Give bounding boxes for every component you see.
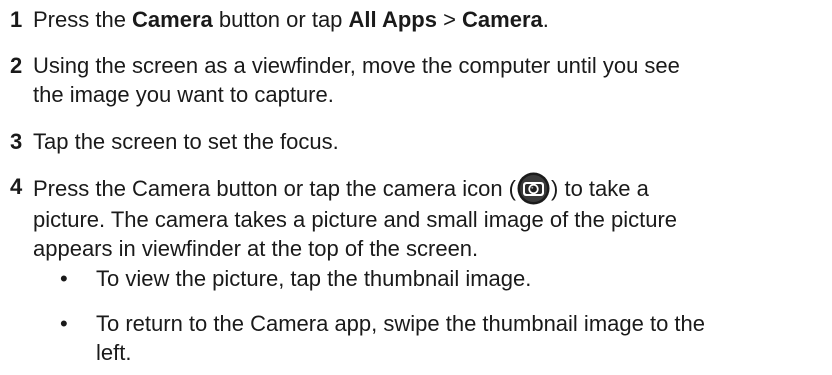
step-1: 1 Press the Camera button or tap All App… bbox=[10, 5, 820, 34]
text-run: button or tap bbox=[212, 7, 349, 32]
text-line: Press the Camera button or tap the camer… bbox=[33, 172, 820, 205]
bold-term-camera: Camera bbox=[462, 7, 543, 32]
step-number: 3 bbox=[10, 129, 23, 154]
bullet-item-1: • To view the picture, tap the thumbnail… bbox=[60, 264, 820, 293]
text-line: Using the screen as a viewfinder, move t… bbox=[33, 53, 680, 78]
text-line: To return to the Camera app, swipe the t… bbox=[96, 311, 706, 336]
text-line: the image you want to capture. bbox=[33, 82, 334, 107]
step-text: Tap the screen to set the focus. bbox=[33, 129, 339, 154]
bullet-text: To return to the Camera app, swipe the t… bbox=[96, 309, 820, 367]
text-line: left. bbox=[96, 340, 132, 365]
text-line: picture. The camera takes a picture and … bbox=[33, 207, 678, 232]
bullet-symbol: • bbox=[60, 266, 68, 291]
bullet-symbol: • bbox=[60, 311, 68, 336]
step-4: 4 Press the Camera button or tap the cam… bbox=[10, 172, 820, 263]
bold-term-camera: Camera bbox=[132, 7, 213, 32]
step-number: 4 bbox=[10, 174, 23, 199]
text-run: > bbox=[436, 7, 463, 32]
text-run: Press the bbox=[33, 7, 133, 32]
text-line: appears in viewfinder at the top of the … bbox=[33, 236, 479, 261]
text-run: . bbox=[542, 7, 549, 32]
step-3: 3 Tap the screen to set the focus. bbox=[10, 127, 820, 156]
bullet-item-2: • To return to the Camera app, swipe the… bbox=[60, 309, 820, 367]
bold-term-all-apps: All Apps bbox=[348, 7, 437, 32]
instructions-document: 1 Press the Camera button or tap All App… bbox=[0, 0, 832, 375]
step-text: Press the Camera button or tap the camer… bbox=[33, 172, 820, 263]
step-number: 2 bbox=[10, 53, 23, 78]
step-2: 2 Using the screen as a viewfinder, move… bbox=[10, 51, 820, 109]
camera-icon bbox=[517, 172, 550, 205]
step-text: Using the screen as a viewfinder, move t… bbox=[33, 51, 820, 109]
text-run: Press the Camera button or tap the camer… bbox=[33, 176, 517, 201]
bullet-text: To view the picture, tap the thumbnail i… bbox=[96, 266, 532, 291]
step-number: 1 bbox=[10, 7, 23, 32]
text-run: ) to take a bbox=[551, 176, 649, 201]
step-text: Press the Camera button or tap All Apps … bbox=[33, 5, 820, 34]
